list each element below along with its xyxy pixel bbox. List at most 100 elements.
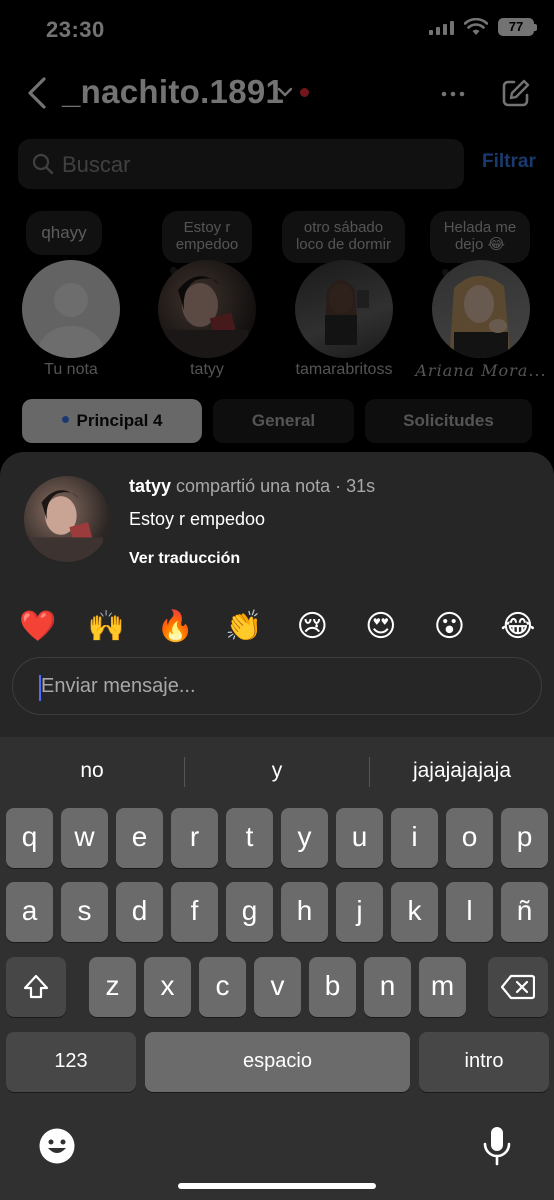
key-enye[interactable]: ñ [501,882,548,942]
inbox-header: _nachito.1891 [0,65,554,121]
note-action: compartió una nota · 31s [176,476,376,496]
key-g[interactable]: g [226,882,273,942]
tab-solicitudes[interactable]: Solicitudes [365,399,532,443]
key-x[interactable]: x [144,957,191,1017]
compose-icon[interactable] [500,77,532,109]
tab-label: Principal 4 [76,411,163,430]
key-e[interactable]: e [116,808,163,868]
key-r[interactable]: r [171,808,218,868]
backspace-key[interactable] [488,957,548,1017]
key-l[interactable]: l [446,882,493,942]
search-icon [32,153,54,175]
search-placeholder: Buscar [62,152,131,177]
chevron-down-icon[interactable] [276,83,294,101]
note-name: Ariana Mora... [415,361,547,380]
shift-icon [23,974,49,999]
key-b[interactable]: b [309,957,356,1017]
tab-general[interactable]: General [213,399,354,443]
translate-link[interactable]: Ver traducción [129,550,240,568]
note-bubble: qhayy [26,211,102,255]
account-username[interactable]: _nachito.1891 [62,73,284,111]
backspace-icon [501,974,535,1000]
microphone-icon[interactable] [482,1125,512,1167]
suggestion-item[interactable]: jajajajajaja [370,751,554,791]
note-own[interactable]: qhayy Tu nota [6,205,136,385]
back-arrow-icon[interactable] [24,73,52,113]
note-ariana[interactable]: Helada me dejo 😂 Ariana Mora... [415,205,546,385]
key-o[interactable]: o [446,808,493,868]
reaction-bar: ❤️ 🙌 🔥 👏 😢 😍 😮 😂 [16,607,540,647]
avatar [158,260,256,358]
key-v[interactable]: v [254,957,301,1017]
note-bubble: Estoy r empedoo [162,211,252,263]
tab-label: Solicitudes [403,411,494,430]
reaction-surprised[interactable]: 😮 [427,607,471,647]
avatar [295,260,393,358]
cellular-signal-icon [429,19,454,35]
key-p[interactable]: p [501,808,548,868]
wifi-icon [464,18,488,35]
notification-dot [300,88,309,97]
key-y[interactable]: y [281,808,328,868]
message-input[interactable]: Enviar mensaje... [12,657,542,715]
tab-principal[interactable]: Principal 4 [22,399,202,443]
suggestion-item[interactable]: no [0,751,184,791]
note-bubble: Helada me dejo 😂 [430,211,530,263]
space-key[interactable]: espacio [145,1032,410,1092]
reaction-crying[interactable]: 😢 [290,607,334,647]
note-reply-sheet: tatyy compartió una nota · 31s Estoy r e… [0,452,554,742]
suggestion-item[interactable]: y [185,751,369,791]
note-author[interactable]: tatyy [129,476,171,496]
unread-dot [61,416,69,424]
key-n[interactable]: n [364,957,411,1017]
status-icons: 77 [429,18,537,36]
key-q[interactable]: q [6,808,53,868]
reaction-heart[interactable]: ❤️ [16,607,60,647]
key-h[interactable]: h [281,882,328,942]
more-options-icon[interactable] [438,79,468,109]
reaction-laughing[interactable]: 😂 [496,607,540,647]
reaction-fire[interactable]: 🔥 [153,607,197,647]
key-t[interactable]: t [226,808,273,868]
home-indicator[interactable] [178,1183,376,1189]
reaction-clap[interactable]: 👏 [222,607,266,647]
shift-key[interactable] [6,957,66,1017]
key-f[interactable]: f [171,882,218,942]
numbers-key[interactable]: 123 [6,1032,136,1092]
status-bar: 23:30 77 [0,0,554,60]
filter-link[interactable]: Filtrar [482,151,536,173]
key-s[interactable]: s [61,882,108,942]
note-text: Estoy r empedoo [129,509,266,529]
tab-label: General [251,411,316,430]
avatar[interactable] [24,476,110,562]
emoji-icon[interactable] [38,1127,76,1165]
note-tamarabritoss[interactable]: otro sábado loco de dormir tamarabritoss [279,205,409,385]
notes-row: qhayy Tu nota Estoy r empedoo tatyy otro… [0,205,554,385]
note-meta: tatyy compartió una nota · 31s [129,476,375,497]
keyboard: no y jajajajajaja q w e r t y u i o p a … [0,737,554,1200]
avatar [22,260,120,358]
avatar [432,260,530,358]
key-j[interactable]: j [336,882,383,942]
key-k[interactable]: k [391,882,438,942]
reaction-raised-hands[interactable]: 🙌 [85,607,129,647]
key-c[interactable]: c [199,957,246,1017]
message-placeholder: Enviar mensaje... [41,675,196,697]
note-name: tatyy [190,361,224,378]
return-key[interactable]: intro [419,1032,549,1092]
key-a[interactable]: a [6,882,53,942]
key-u[interactable]: u [336,808,383,868]
key-m[interactable]: m [419,957,466,1017]
status-time: 23:30 [46,17,105,42]
note-name: tamarabritoss [295,361,393,378]
reaction-heart-eyes[interactable]: 😍 [359,607,403,647]
suggestion-bar: no y jajajajajaja [0,751,554,791]
key-w[interactable]: w [61,808,108,868]
battery-indicator: 77 [498,18,537,36]
search-input[interactable]: Buscar [18,139,464,189]
key-d[interactable]: d [116,882,163,942]
inbox-tabs: Principal 4 General Solicitudes [0,399,554,443]
note-tatyy[interactable]: Estoy r empedoo tatyy [142,205,272,385]
key-i[interactable]: i [391,808,438,868]
key-z[interactable]: z [89,957,136,1017]
